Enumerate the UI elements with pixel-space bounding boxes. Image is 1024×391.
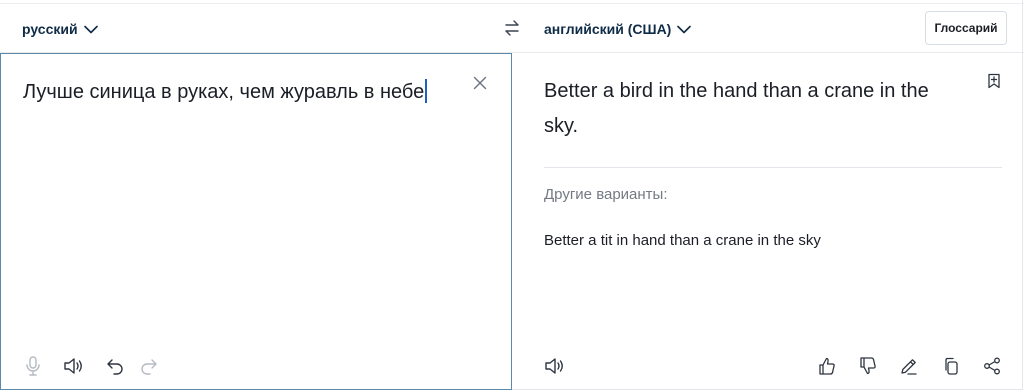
chevron-down-icon (83, 25, 98, 33)
share-button[interactable] (981, 355, 1003, 377)
pencil-icon (901, 359, 917, 375)
edit-button[interactable] (898, 355, 920, 377)
undo-button[interactable] (104, 355, 126, 377)
redo-icon (141, 359, 157, 375)
source-listen-button[interactable] (62, 355, 84, 377)
source-language-selector[interactable]: русский (22, 19, 98, 39)
source-text-input[interactable]: Лучше синица в руках, чем журавль в небе (23, 79, 428, 104)
dictate-button[interactable] (22, 355, 44, 377)
undo-icon (107, 359, 123, 375)
bookmark-add-icon (988, 73, 1000, 89)
target-language-label: английский (США) (544, 21, 672, 37)
source-text: Лучше синица в руках, чем журавль в небе (23, 81, 425, 103)
source-text-panel[interactable]: Лучше синица в руках, чем журавль в небе (0, 53, 512, 390)
thumbs-up-icon (819, 357, 835, 375)
alternative-translation[interactable]: Better a tit in hand than a crane in the… (544, 232, 821, 249)
source-language-label: русский (22, 21, 78, 37)
alternatives-heading: Другие варианты: (544, 186, 668, 203)
alternatives-divider (544, 167, 1002, 168)
glossary-button[interactable]: Глоссарий (925, 11, 1007, 45)
save-translation-button[interactable] (986, 73, 1002, 89)
translation-text: Better a bird in the hand than a crane i… (544, 80, 929, 137)
swap-arrows-icon (505, 20, 519, 36)
thumbs-down-icon (860, 357, 876, 375)
dislike-button[interactable] (857, 355, 879, 377)
target-listen-button[interactable] (543, 355, 565, 377)
redo-button[interactable] (138, 355, 160, 377)
copy-button[interactable] (940, 355, 962, 377)
speaker-icon (64, 358, 82, 374)
like-button[interactable] (816, 355, 838, 377)
swap-languages-button[interactable] (502, 18, 522, 38)
copy-icon (945, 357, 958, 375)
close-icon (473, 76, 487, 90)
clear-source-button[interactable] (472, 75, 488, 91)
target-language-selector[interactable]: английский (США) (544, 19, 692, 39)
speaker-icon (545, 358, 563, 374)
share-icon (984, 357, 1000, 375)
microphone-icon (26, 356, 40, 376)
text-cursor (425, 79, 428, 103)
chevron-down-icon (677, 25, 692, 33)
top-border (0, 3, 1024, 4)
